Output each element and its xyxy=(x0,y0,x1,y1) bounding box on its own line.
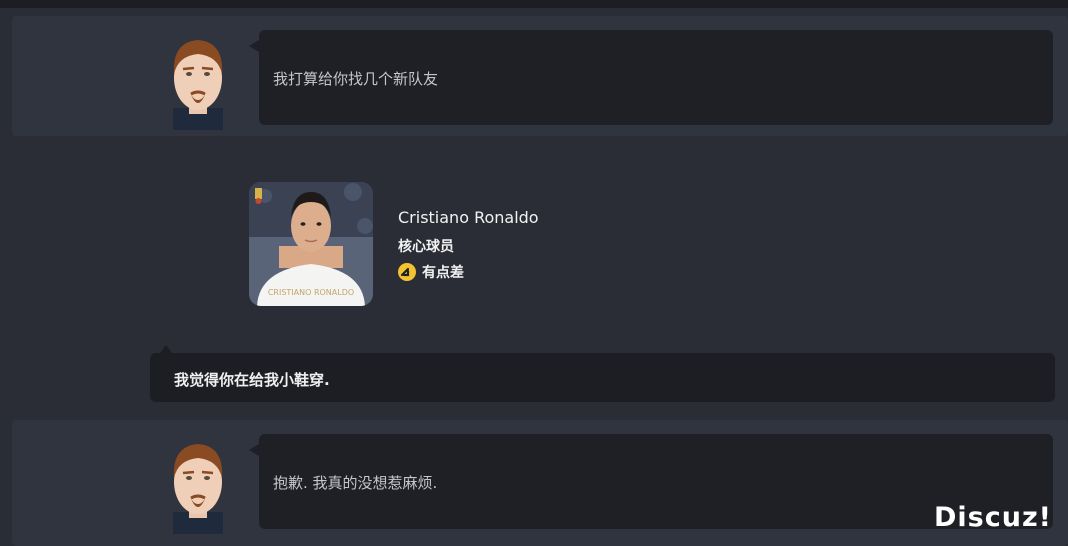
player-reply-bubble: 我觉得你在给我小鞋穿. xyxy=(150,345,1055,402)
manager-avatar-2 xyxy=(173,444,223,534)
top-bar xyxy=(0,0,1068,8)
manager-avatar xyxy=(173,40,223,130)
player-role: 核心球员 xyxy=(398,239,454,255)
manager-message-text-2: 抱歉. 我真的没想惹麻烦. xyxy=(273,474,438,492)
watermark: Discuz! xyxy=(934,502,1052,533)
player-rating: 有点差 xyxy=(398,262,464,282)
player-shirt-name: CRISTIANO RONALDO xyxy=(267,288,355,297)
manager-message-text: 我打算给你找几个新队友 xyxy=(273,70,439,88)
down-arrow-icon xyxy=(398,263,416,281)
manager-message-bubble: 我打算给你找几个新队友 xyxy=(249,30,1053,125)
player-portrait[interactable]: CRISTIANO RONALDO xyxy=(249,182,373,306)
player-name[interactable]: Cristiano Ronaldo xyxy=(398,208,539,227)
player-reply-text: 我觉得你在给我小鞋穿. xyxy=(174,371,330,389)
player-rating-label: 有点差 xyxy=(422,265,464,281)
